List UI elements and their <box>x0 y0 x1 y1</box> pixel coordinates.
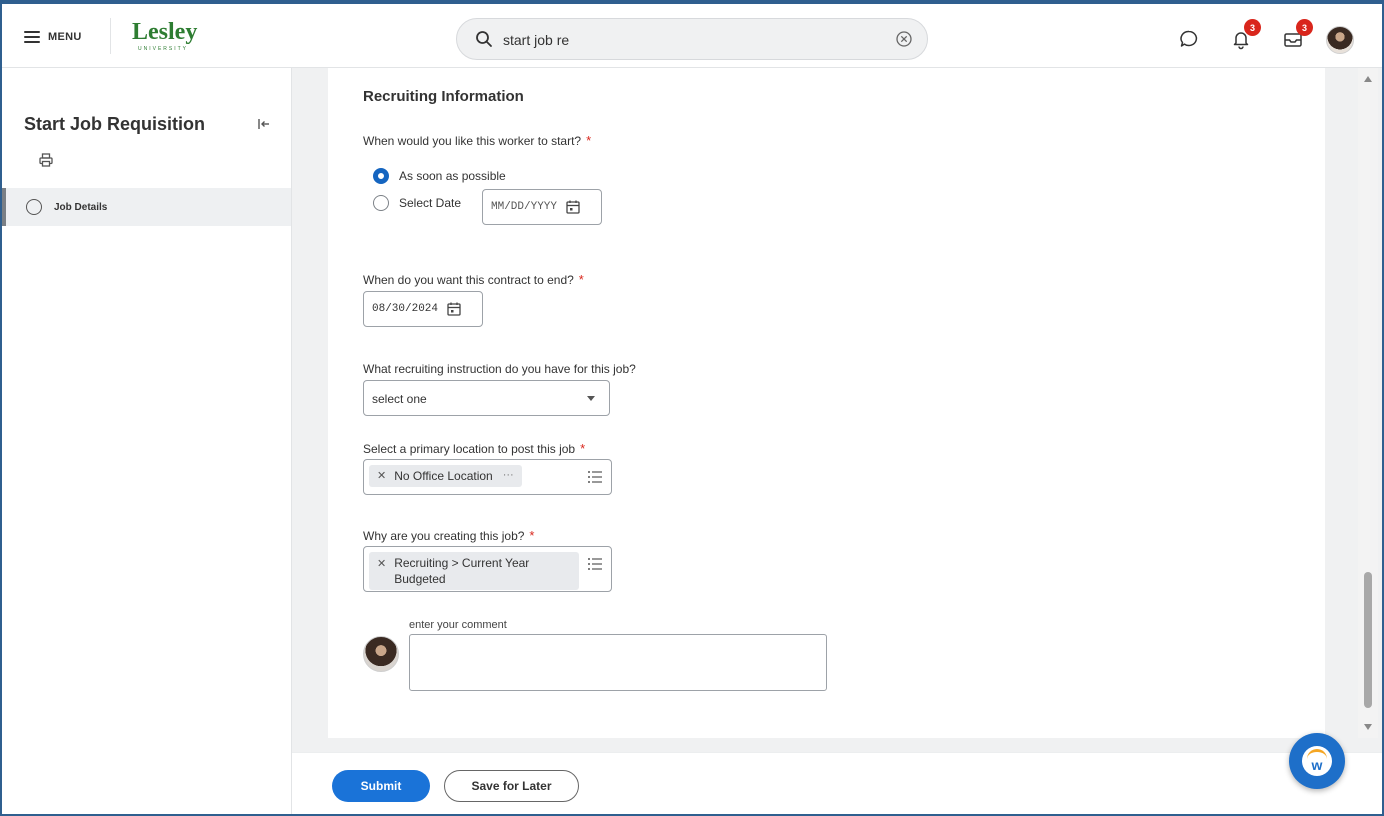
reason-question-text: Why are you creating this job? <box>363 529 525 543</box>
instruction-question-label: What recruiting instruction do you have … <box>363 362 636 376</box>
start-date-field[interactable]: MM/DD/YYYY <box>482 189 602 225</box>
reason-pill: ✕ Recruiting > Current Year Budgeted <box>369 552 579 590</box>
section-title: Recruiting Information <box>363 88 524 105</box>
radio-button-unchecked[interactable] <box>373 195 389 211</box>
collapse-sidebar-icon[interactable] <box>256 116 272 132</box>
sidebar-step-job-details[interactable]: Job Details <box>2 188 291 226</box>
radio-label-select-date: Select Date <box>399 196 462 210</box>
menu-label: MENU <box>48 31 82 43</box>
end-date-value: 08/30/2024 <box>372 303 439 315</box>
radio-button-checked[interactable] <box>373 168 389 184</box>
logo-subtext: UNIVERSITY <box>138 46 189 52</box>
inbox-button[interactable]: 3 <box>1282 19 1313 50</box>
search-input[interactable] <box>503 29 883 51</box>
list-icon[interactable] <box>587 557 603 571</box>
task-title: Start Job Requisition <box>24 114 206 134</box>
inbox-badge: 3 <box>1296 19 1313 36</box>
header-divider <box>110 18 111 54</box>
calendar-icon[interactable] <box>565 199 581 215</box>
required-marker: * <box>580 441 586 456</box>
commenter-avatar <box>363 636 399 672</box>
top-header: MENU Lesley UNIVERSITY start job re 3 3 <box>2 4 1382 68</box>
notifications-badge: 3 <box>1244 19 1261 36</box>
required-marker: * <box>586 133 592 148</box>
search-icon <box>476 31 492 47</box>
assistant-icon: w <box>1302 746 1332 776</box>
remove-icon[interactable]: ✕ <box>377 469 386 482</box>
end-question-text: When do you want this contract to end? <box>363 273 574 287</box>
menu-button[interactable]: MENU <box>24 24 82 50</box>
task-sidebar: Start Job Requisition Job Details <box>2 68 292 814</box>
recruiting-instruction-select[interactable]: select one <box>363 380 610 416</box>
location-pill-label: No Office Location <box>394 469 493 483</box>
location-prompt-field[interactable]: ✕ No Office Location ··· <box>363 459 612 495</box>
comment-label: enter your comment <box>409 619 507 631</box>
global-search[interactable] <box>456 18 928 60</box>
radio-select-date[interactable]: Select Date <box>373 195 461 211</box>
notifications-button[interactable]: 3 <box>1230 19 1261 50</box>
step-status-icon <box>26 199 42 215</box>
scroll-up-arrow[interactable] <box>1364 76 1372 82</box>
location-pill: ✕ No Office Location ··· <box>369 465 522 487</box>
university-logo[interactable]: Lesley UNIVERSITY <box>132 20 210 54</box>
scroll-down-arrow[interactable] <box>1364 724 1372 730</box>
calendar-icon[interactable] <box>446 301 462 317</box>
end-question-label: When do you want this contract to end? * <box>363 272 584 287</box>
list-icon[interactable] <box>587 470 603 484</box>
required-marker: * <box>529 528 535 543</box>
sidebar-step-label: Job Details <box>54 201 108 213</box>
start-question-text: When would you like this worker to start… <box>363 134 582 148</box>
print-icon[interactable] <box>38 152 54 168</box>
radio-label-asap: As soon as possible <box>399 169 506 183</box>
radio-as-soon-as-possible[interactable]: As soon as possible <box>373 168 506 184</box>
chat-icon[interactable] <box>1178 28 1200 50</box>
start-date-placeholder: MM/DD/YYYY <box>491 201 558 213</box>
submit-button[interactable]: Submit <box>332 770 430 802</box>
user-avatar[interactable] <box>1326 26 1354 54</box>
chevron-down-icon <box>587 396 595 401</box>
reason-question-label: Why are you creating this job? * <box>363 528 534 543</box>
save-for-later-button[interactable]: Save for Later <box>444 770 579 802</box>
remove-icon[interactable]: ✕ <box>377 557 386 570</box>
end-date-field[interactable]: 08/30/2024 <box>363 291 483 327</box>
menu-icon <box>24 31 40 43</box>
select-value: select one <box>372 392 427 406</box>
reason-prompt-field[interactable]: ✕ Recruiting > Current Year Budgeted <box>363 546 612 592</box>
assistant-button[interactable]: w <box>1289 733 1345 789</box>
start-question-label: When would you like this worker to start… <box>363 133 591 148</box>
reason-pill-label: Recruiting > Current Year Budgeted <box>394 555 529 587</box>
more-options-icon[interactable]: ··· <box>503 469 514 481</box>
reason-pill-line2: Budgeted <box>394 572 446 586</box>
scroll-thumb[interactable] <box>1364 572 1372 708</box>
reason-pill-line1: Recruiting > Current Year <box>394 556 530 570</box>
app-window: MENU Lesley UNIVERSITY start job re 3 3 … <box>0 0 1384 816</box>
logo-text: Lesley <box>132 19 198 45</box>
required-marker: * <box>578 272 584 287</box>
location-question-text: Select a primary location to post this j… <box>363 442 576 456</box>
comment-input[interactable] <box>409 634 827 691</box>
location-question-label: Select a primary location to post this j… <box>363 441 585 456</box>
clear-search-icon[interactable] <box>895 30 913 48</box>
